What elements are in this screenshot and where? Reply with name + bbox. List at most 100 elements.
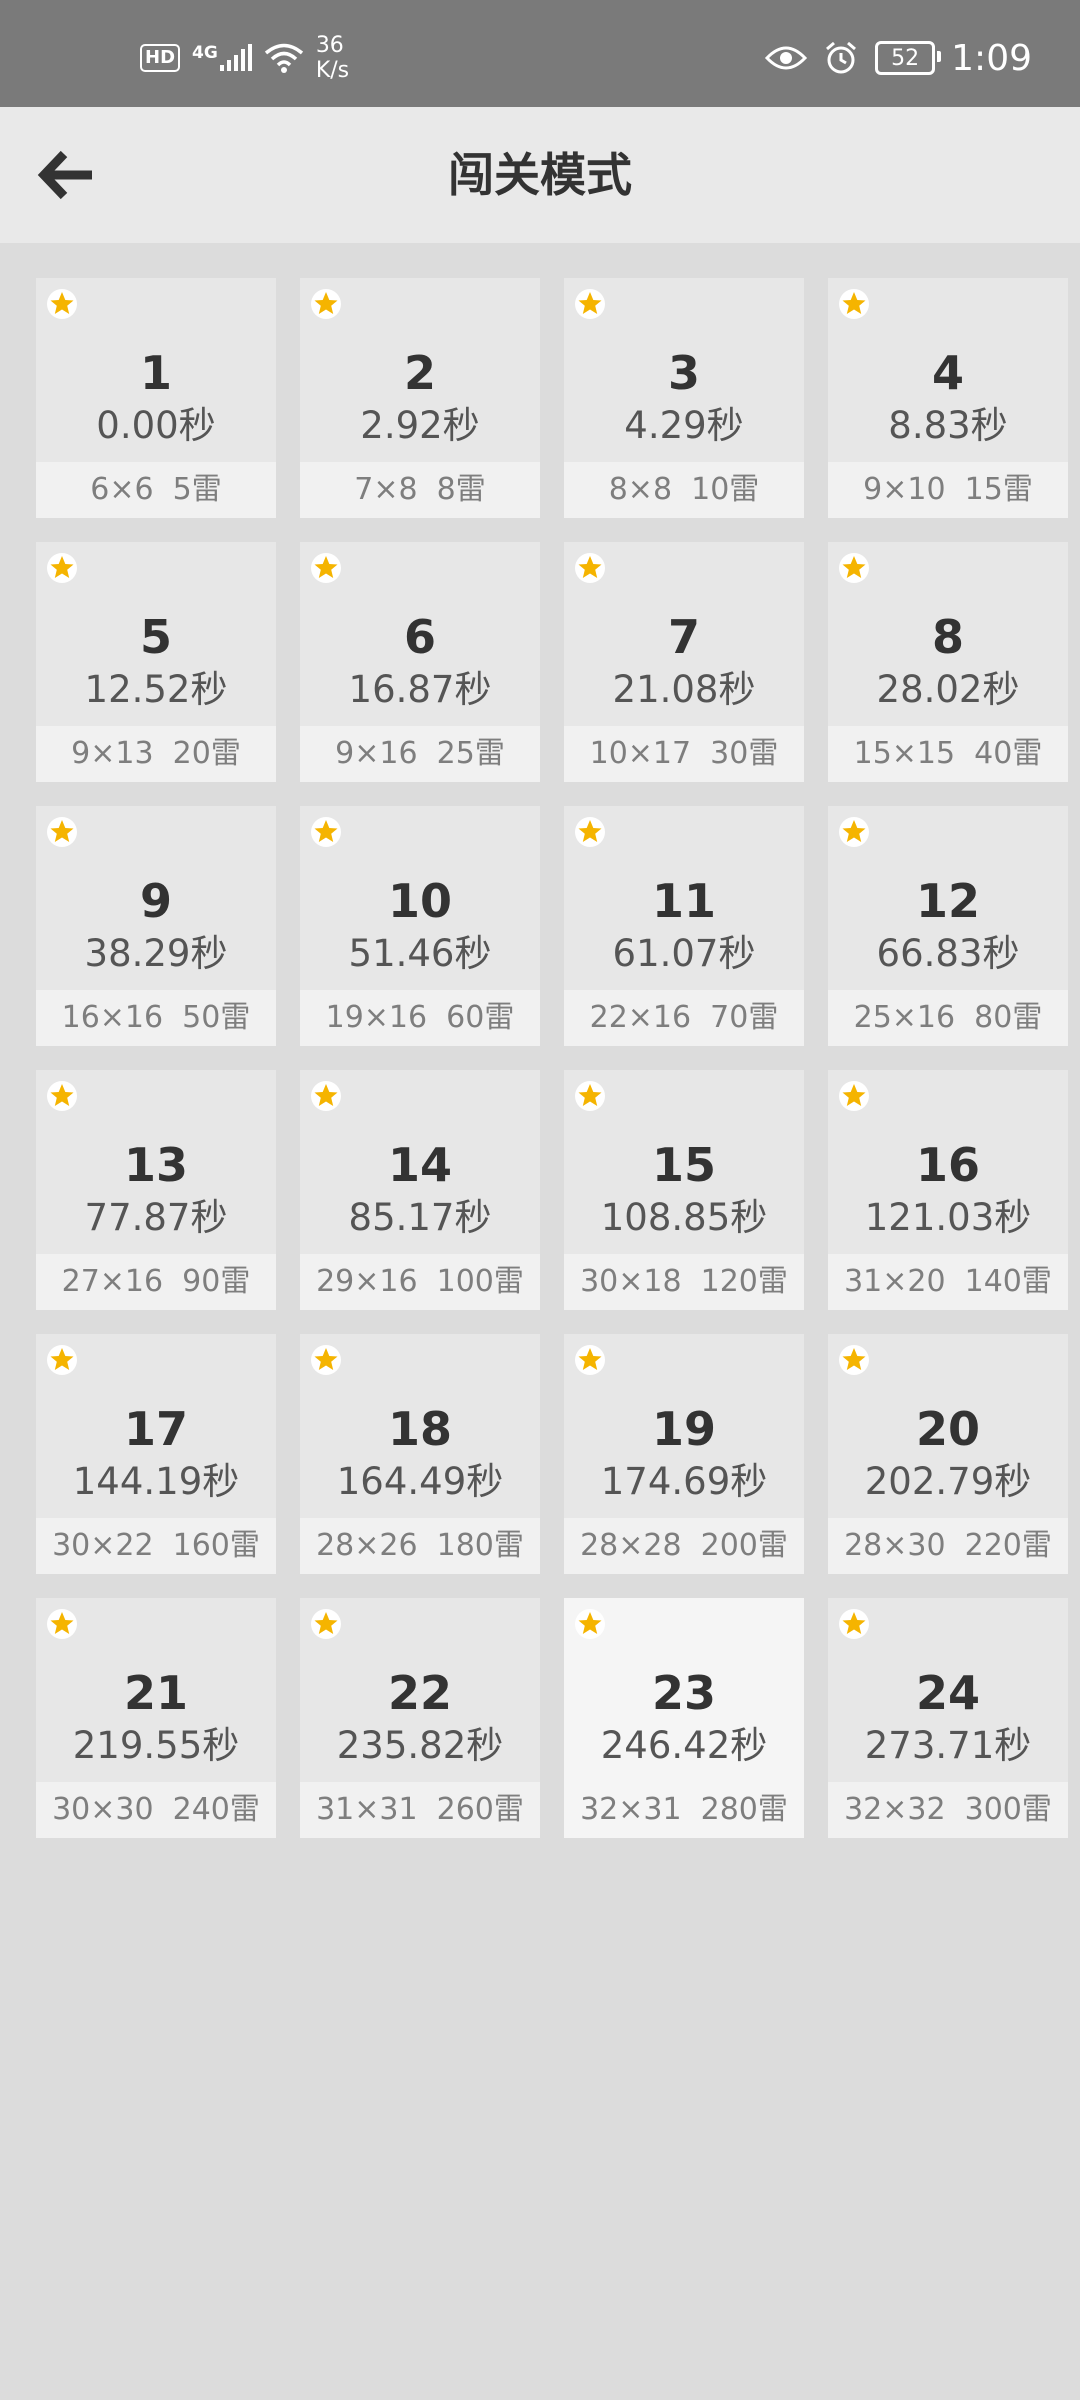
level-card[interactable]: 13 77.87秒 27×16 90雷 [36,1070,276,1310]
level-number: 21 [123,1666,188,1720]
level-board-info: 8×8 10雷 [564,462,804,518]
level-number: 7 [667,610,700,664]
level-number: 18 [387,1402,452,1456]
level-best-time: 85.17秒 [348,1196,492,1239]
star-icon [575,1345,605,1375]
level-number: 15 [651,1138,716,1192]
star-icon [839,1081,869,1111]
level-number: 20 [915,1402,980,1456]
level-best-time: 219.55秒 [72,1724,240,1767]
level-number: 24 [915,1666,980,1720]
star-icon [311,1081,341,1111]
level-board-info: 7×8 8雷 [300,462,540,518]
level-best-time: 164.49秒 [336,1460,504,1503]
level-best-time: 174.69秒 [600,1460,768,1503]
level-number: 5 [139,610,172,664]
level-number: 2 [403,346,436,400]
star-icon [839,553,869,583]
star-icon [839,1609,869,1639]
star-icon [839,289,869,319]
level-number: 19 [651,1402,716,1456]
star-icon [575,1081,605,1111]
level-number: 12 [915,874,980,928]
level-number: 23 [651,1666,716,1720]
level-board-info: 31×31 260雷 [300,1782,540,1838]
star-icon [575,817,605,847]
level-board-info: 19×16 60雷 [300,990,540,1046]
level-card[interactable]: 10 51.46秒 19×16 60雷 [300,806,540,1046]
star-icon [839,817,869,847]
star-icon [575,289,605,319]
level-card[interactable]: 6 16.87秒 9×16 25雷 [300,542,540,782]
level-card[interactable]: 15 108.85秒 30×18 120雷 [564,1070,804,1310]
level-board-info: 28×30 220雷 [828,1518,1068,1574]
level-card[interactable]: 9 38.29秒 16×16 50雷 [36,806,276,1046]
level-board-info: 32×31 280雷 [564,1782,804,1838]
level-best-time: 16.87秒 [348,668,492,711]
star-icon [839,1345,869,1375]
level-board-info: 15×15 40雷 [828,726,1068,782]
level-best-time: 66.83秒 [876,932,1020,975]
level-best-time: 246.42秒 [600,1724,768,1767]
level-number: 1 [139,346,172,400]
level-card[interactable]: 1 0.00秒 6×6 5雷 [36,278,276,518]
level-board-info: 16×16 50雷 [36,990,276,1046]
level-number: 6 [403,610,436,664]
level-number: 3 [667,346,700,400]
level-board-info: 28×28 200雷 [564,1518,804,1574]
level-best-time: 144.19秒 [72,1460,240,1503]
level-card[interactable]: 11 61.07秒 22×16 70雷 [564,806,804,1046]
level-card[interactable]: 19 174.69秒 28×28 200雷 [564,1334,804,1574]
level-board-info: 6×6 5雷 [36,462,276,518]
level-card[interactable]: 4 8.83秒 9×10 15雷 [828,278,1068,518]
level-card[interactable]: 24 273.71秒 32×32 300雷 [828,1598,1068,1838]
level-grid: 1 0.00秒 6×6 5雷 2 2.92秒 7×8 8雷 3 4.29秒 8×8 10雷 4 8.… [0,0,1080,2400]
level-card[interactable]: 17 144.19秒 30×22 160雷 [36,1334,276,1574]
level-best-time: 121.03秒 [864,1196,1032,1239]
star-icon [47,1609,77,1639]
level-board-info: 10×17 30雷 [564,726,804,782]
level-number: 22 [387,1666,452,1720]
level-card[interactable]: 22 235.82秒 31×31 260雷 [300,1598,540,1838]
level-number: 8 [931,610,964,664]
level-number: 10 [387,874,452,928]
level-number: 16 [915,1138,980,1192]
level-number: 13 [123,1138,188,1192]
level-board-info: 32×32 300雷 [828,1782,1068,1838]
level-board-info: 30×30 240雷 [36,1782,276,1838]
level-best-time: 2.92秒 [360,404,480,447]
level-card[interactable]: 18 164.49秒 28×26 180雷 [300,1334,540,1574]
level-card[interactable]: 2 2.92秒 7×8 8雷 [300,278,540,518]
level-number: 17 [123,1402,188,1456]
level-card[interactable]: 16 121.03秒 31×20 140雷 [828,1070,1068,1310]
star-icon [575,1609,605,1639]
level-board-info: 9×10 15雷 [828,462,1068,518]
level-card[interactable]: 5 12.52秒 9×13 20雷 [36,542,276,782]
level-card[interactable]: 3 4.29秒 8×8 10雷 [564,278,804,518]
level-card[interactable]: 21 219.55秒 30×30 240雷 [36,1598,276,1838]
level-best-time: 12.52秒 [84,668,228,711]
level-board-info: 25×16 80雷 [828,990,1068,1046]
level-best-time: 0.00秒 [96,404,216,447]
level-best-time: 38.29秒 [84,932,228,975]
level-best-time: 235.82秒 [336,1724,504,1767]
level-number: 14 [387,1138,452,1192]
level-best-time: 273.71秒 [864,1724,1032,1767]
level-best-time: 21.08秒 [612,668,756,711]
level-board-info: 27×16 90雷 [36,1254,276,1310]
level-board-info: 22×16 70雷 [564,990,804,1046]
star-icon [47,289,77,319]
level-card[interactable]: 20 202.79秒 28×30 220雷 [828,1334,1068,1574]
level-card[interactable]: 8 28.02秒 15×15 40雷 [828,542,1068,782]
level-card[interactable]: 12 66.83秒 25×16 80雷 [828,806,1068,1046]
level-card[interactable]: 23 246.42秒 32×31 280雷 [564,1598,804,1838]
star-icon [311,553,341,583]
level-board-info: 29×16 100雷 [300,1254,540,1310]
level-card[interactable]: 7 21.08秒 10×17 30雷 [564,542,804,782]
level-best-time: 77.87秒 [84,1196,228,1239]
level-board-info: 30×22 160雷 [36,1518,276,1574]
star-icon [47,553,77,583]
level-best-time: 51.46秒 [348,932,492,975]
level-card[interactable]: 14 85.17秒 29×16 100雷 [300,1070,540,1310]
level-board-info: 9×13 20雷 [36,726,276,782]
